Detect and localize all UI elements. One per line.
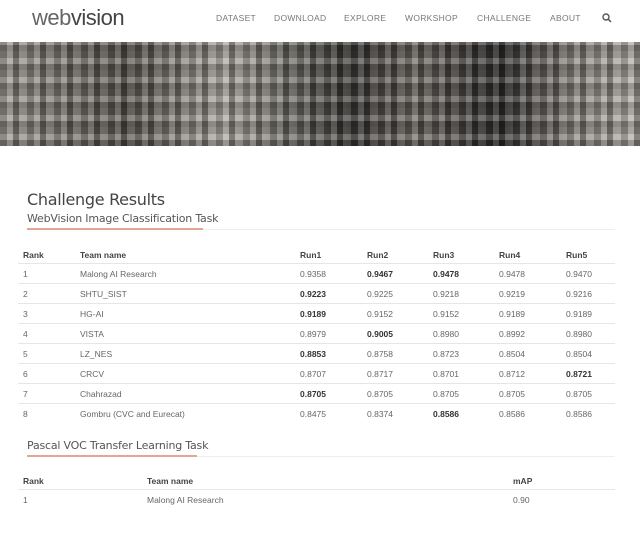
task1-title: WebVision Image Classification Task — [27, 212, 219, 225]
table-cell: 0.9152 — [367, 309, 393, 319]
table-cell: 0.8374 — [367, 409, 393, 419]
task2-underline — [27, 455, 197, 457]
table-cell: 0.9225 — [367, 289, 393, 299]
table-row: 1 Malong AI Research 0.90 — [18, 489, 615, 509]
page-title: Challenge Results — [27, 190, 165, 209]
table-cell: 0.8712 — [499, 369, 525, 379]
table-cell: 0.9358 — [300, 269, 326, 279]
table-cell: 0.8586 — [433, 409, 459, 419]
table-row: 6 CRCV 0.8707 0.8717 0.8701 0.8712 0.8721 — [18, 363, 615, 383]
nav-explore[interactable]: EXPLORE — [344, 13, 386, 23]
divider — [203, 229, 615, 230]
table-cell: 0.8980 — [433, 329, 459, 339]
table-row: 7 Chahrazad 0.8705 0.8705 0.8705 0.8705 0.8705 — [18, 383, 615, 403]
table-cell: 0.90 — [513, 495, 530, 505]
table-cell: 0.8853 — [300, 349, 326, 359]
table-header: Rank Team name mAP — [18, 471, 615, 491]
table-cell: 0.8705 — [300, 389, 326, 399]
column-header: Rank — [23, 250, 44, 260]
nav-challenge[interactable]: CHALLENGE — [477, 13, 531, 23]
table-row: 4 VISTA 0.8979 0.9005 0.8980 0.8992 0.8980 — [18, 323, 615, 343]
table-cell: 0.8758 — [367, 349, 393, 359]
table-cell: 3 — [23, 309, 28, 319]
search-icon[interactable] — [602, 13, 612, 23]
column-header: Run4 — [499, 250, 521, 260]
logo-web: web — [32, 5, 71, 30]
column-header: mAP — [513, 476, 533, 486]
table-cell: 0.9216 — [566, 289, 592, 299]
table-cell: 0.9478 — [499, 269, 525, 279]
table-cell: 5 — [23, 349, 28, 359]
table-cell: 0.8723 — [433, 349, 459, 359]
table-cell: 6 — [23, 369, 28, 379]
table-cell: LZ_NES — [80, 349, 113, 359]
table-cell: 8 — [23, 409, 28, 419]
table-cell: 0.9467 — [367, 269, 393, 279]
column-header: Team name — [80, 250, 127, 260]
table-cell: 0.9189 — [300, 309, 326, 319]
column-header: Run5 — [566, 250, 588, 260]
table-cell: 0.8707 — [300, 369, 326, 379]
table-cell: 0.8717 — [367, 369, 393, 379]
nav-download[interactable]: DOWNLOAD — [274, 13, 326, 23]
table-cell: 0.9189 — [566, 309, 592, 319]
table-cell: 0.9189 — [499, 309, 525, 319]
table-row: 5 LZ_NES 0.8853 0.8758 0.8723 0.8504 0.8504 — [18, 343, 615, 363]
table-cell: 4 — [23, 329, 28, 339]
table-cell: 0.8705 — [433, 389, 459, 399]
column-header: Run3 — [433, 250, 455, 260]
divider — [197, 456, 615, 457]
table-cell: VISTA — [80, 329, 104, 339]
table-cell: Malong AI Research — [80, 269, 157, 279]
table-cell: 0.8705 — [367, 389, 393, 399]
table-cell: Gombru (CVC and Eurecat) — [80, 409, 185, 419]
table-cell: 1 — [23, 269, 28, 279]
table-cell: 2 — [23, 289, 28, 299]
table-cell: 0.8504 — [566, 349, 592, 359]
table-cell: 0.8475 — [300, 409, 326, 419]
table-cell: 0.8701 — [433, 369, 459, 379]
table-cell: 0.9152 — [433, 309, 459, 319]
nav-workshop[interactable]: WORKSHOP — [405, 13, 458, 23]
nav-dataset[interactable]: DATASET — [216, 13, 256, 23]
task1-underline — [27, 228, 203, 230]
table-row: 8 Gombru (CVC and Eurecat) 0.8475 0.8374 0.8… — [18, 403, 615, 423]
table-cell: 0.9470 — [566, 269, 592, 279]
table-cell: 0.8979 — [300, 329, 326, 339]
table-cell: 0.8705 — [566, 389, 592, 399]
column-header: Rank — [23, 476, 44, 486]
table-cell: 0.8705 — [499, 389, 525, 399]
table-cell: HG-AI — [80, 309, 104, 319]
table-row: 2 SHTU_SIST 0.9223 0.9225 0.9218 0.9219 0.9216 — [18, 283, 615, 303]
table-cell: Chahrazad — [80, 389, 122, 399]
table-cell: 0.9223 — [300, 289, 326, 299]
logo[interactable]: webvision — [32, 5, 125, 31]
table-cell: 0.8980 — [566, 329, 592, 339]
column-header: Run2 — [367, 250, 389, 260]
table-cell: 0.9218 — [433, 289, 459, 299]
table-cell: 1 — [23, 495, 28, 505]
table-cell: 0.8504 — [499, 349, 525, 359]
column-header: Team name — [147, 476, 194, 486]
table-row: 3 HG-AI 0.9189 0.9152 0.9152 0.9189 0.9189 — [18, 303, 615, 323]
logo-vision: vision — [70, 5, 125, 30]
table-cell: Malong AI Research — [147, 495, 224, 505]
table-cell: 0.9005 — [367, 329, 393, 339]
table-header: Rank Team name Run1 Run2 Run3 Run4 Run5 — [18, 245, 615, 265]
navbar: webvision DATASET DOWNLOAD EXPLORE WORKS… — [0, 0, 640, 40]
image-mosaic-banner — [0, 42, 640, 146]
table-cell: 0.8586 — [566, 409, 592, 419]
table-row: 1 Malong AI Research 0.9358 0.9467 0.9478 0.9… — [18, 263, 615, 283]
table-cell: 0.8992 — [499, 329, 525, 339]
table-cell: CRCV — [80, 369, 105, 379]
table-cell: 0.8586 — [499, 409, 525, 419]
task2-title: Pascal VOC Transfer Learning Task — [27, 439, 209, 452]
table-cell: 0.8721 — [566, 369, 592, 379]
table-cell: 0.9219 — [499, 289, 525, 299]
table-cell: 0.9478 — [433, 269, 459, 279]
table-cell: 7 — [23, 389, 28, 399]
column-header: Run1 — [300, 250, 322, 260]
nav-about[interactable]: ABOUT — [550, 13, 581, 23]
table-cell: SHTU_SIST — [80, 289, 127, 299]
